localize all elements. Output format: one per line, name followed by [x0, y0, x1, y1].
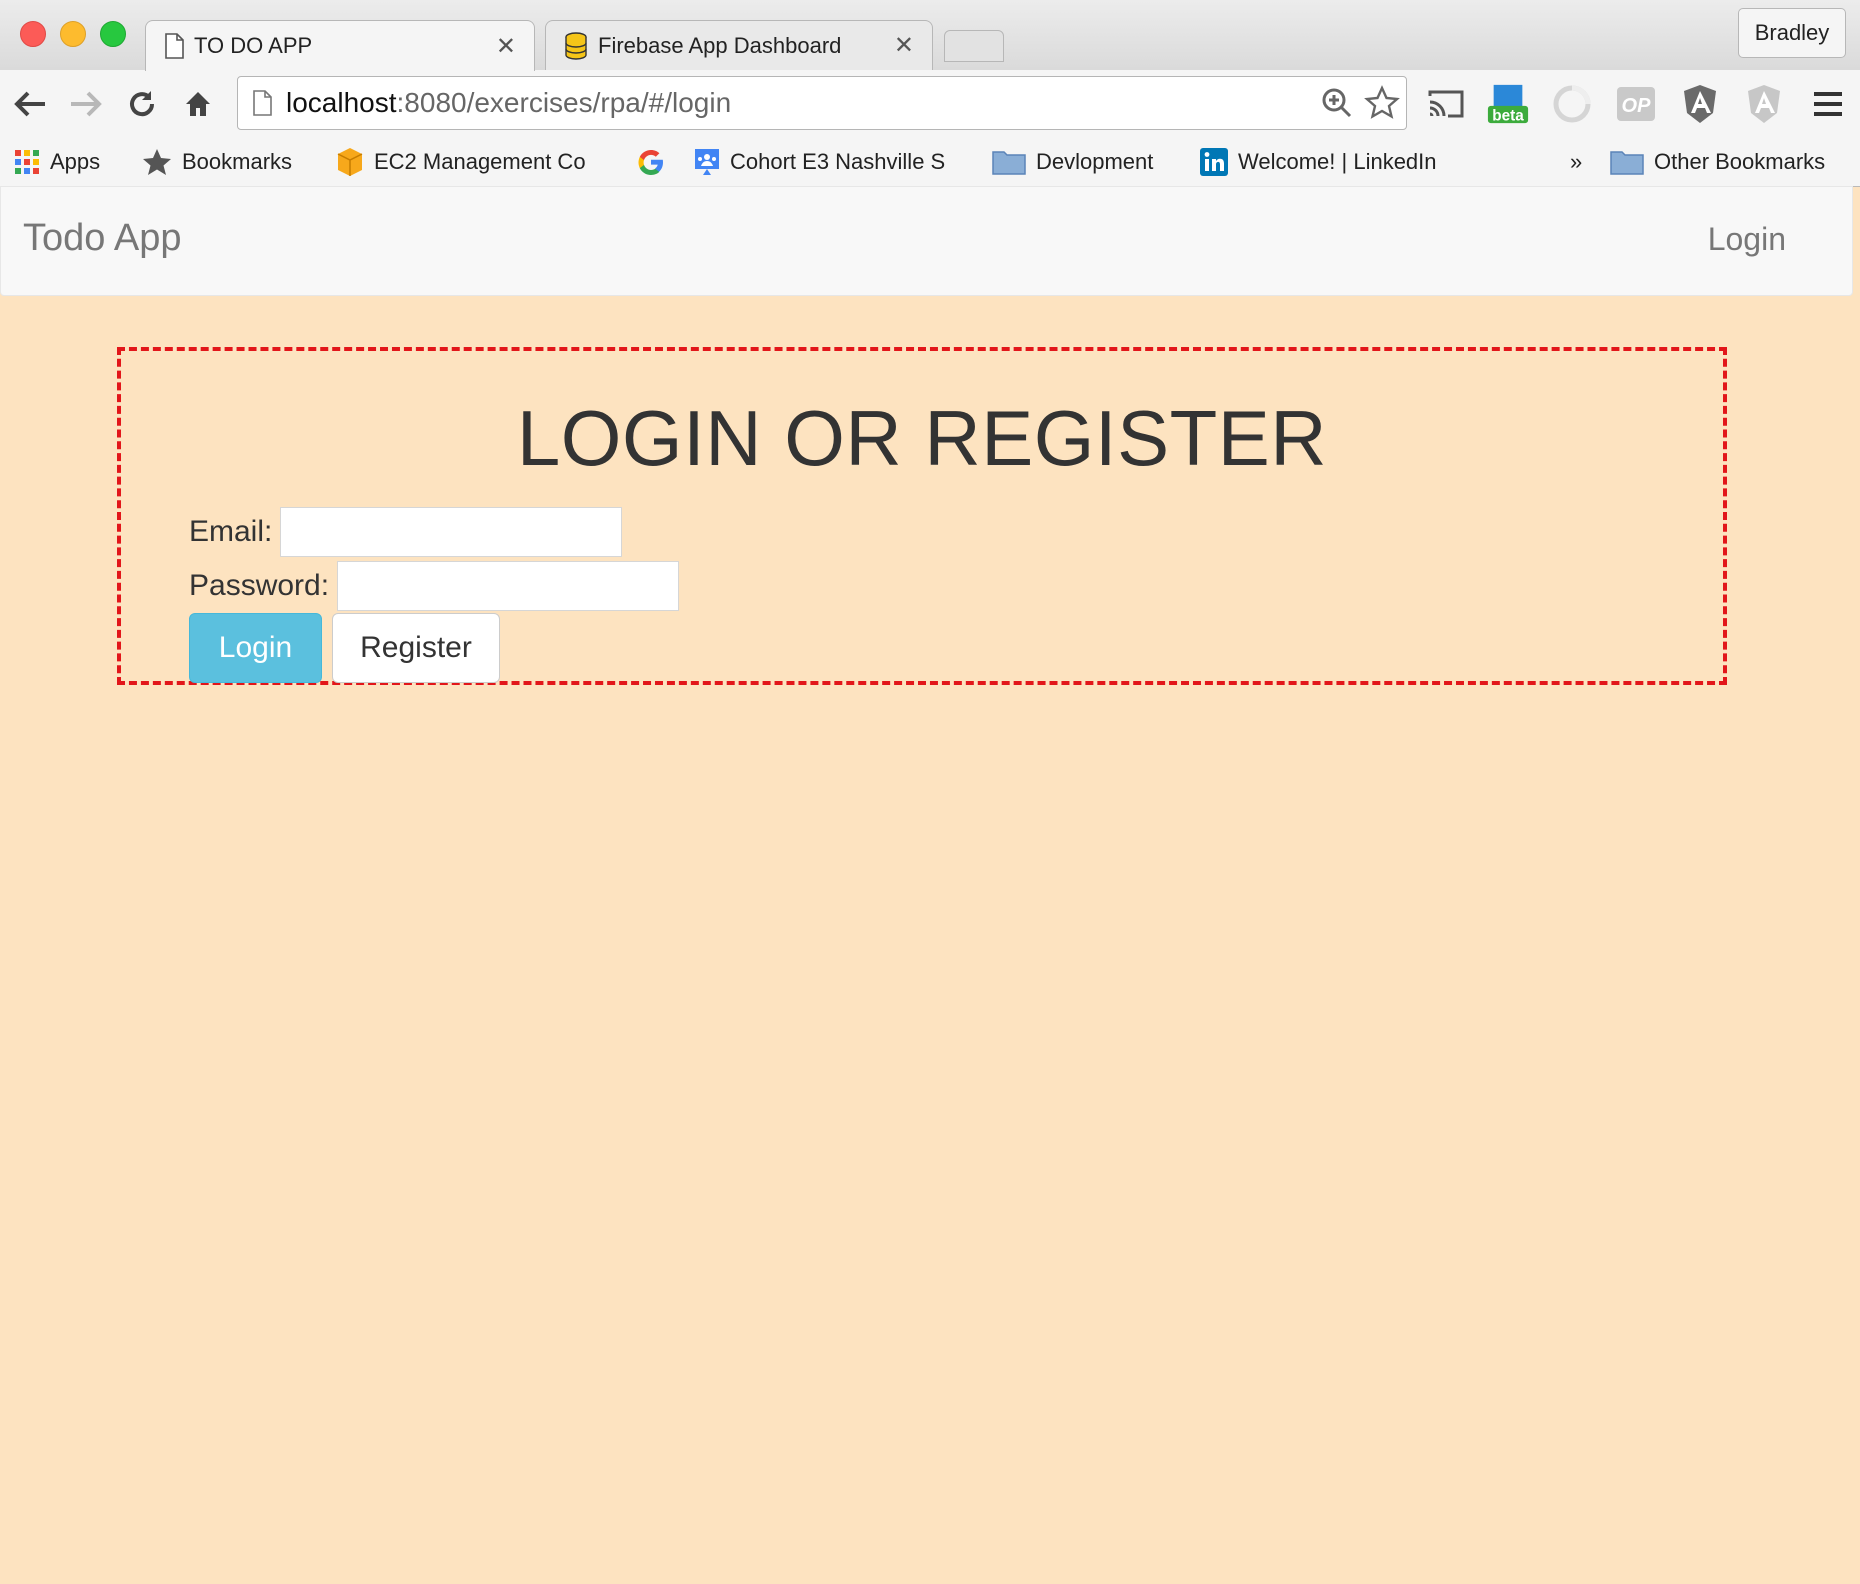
star-icon[interactable] — [1364, 85, 1400, 121]
bookmark-cohort[interactable]: Cohort E3 Nashville S — [694, 138, 964, 186]
register-button[interactable]: Register — [332, 613, 500, 683]
menu-icon[interactable] — [1806, 82, 1850, 126]
bookmark-linkedin[interactable]: Welcome! | LinkedIn — [1200, 138, 1437, 186]
bookmark-label: EC2 Management Co — [374, 149, 586, 174]
password-row: Password: — [189, 561, 680, 611]
forward-arrow-icon[interactable] — [64, 82, 108, 126]
bookmark-label: Bookmarks — [182, 149, 293, 174]
aws-box-icon — [336, 147, 364, 177]
folder-icon — [992, 149, 1026, 175]
folder-icon — [1610, 149, 1644, 175]
bookmark-google[interactable] — [636, 138, 666, 186]
zoom-window-button[interactable] — [100, 21, 126, 47]
tab-todo-app[interactable]: TO DO APP ✕ — [145, 20, 535, 71]
home-icon[interactable] — [176, 82, 220, 126]
tab-title: Firebase App Dashboard — [598, 32, 842, 58]
email-row: Email: — [189, 507, 623, 557]
page-icon — [164, 33, 184, 59]
bookmark-bookmarks[interactable]: Bookmarks — [142, 138, 292, 186]
bookmark-label: Devlopment — [1036, 149, 1154, 174]
bookmark-label: Welcome! | LinkedIn — [1238, 149, 1437, 174]
bookmark-label: Other Bookmarks — [1654, 149, 1826, 174]
url-host: localhost — [286, 87, 397, 118]
navbar-brand[interactable]: Todo App — [23, 217, 181, 260]
reload-icon[interactable] — [120, 82, 164, 126]
bookmarks-overflow-button[interactable]: » — [1570, 138, 1582, 186]
bookmark-label: Apps — [50, 149, 101, 174]
circle-extension-icon[interactable] — [1550, 82, 1594, 126]
svg-text:beta: beta — [1492, 107, 1524, 124]
cast-icon[interactable] — [1424, 82, 1468, 126]
app-navbar: Todo App Login — [0, 186, 1853, 296]
classroom-icon — [694, 148, 720, 176]
star-icon — [142, 148, 172, 176]
bookmark-other-folder[interactable]: Other Bookmarks — [1610, 138, 1825, 186]
bookmark-label: Cohort E3 Nashville S — [730, 149, 946, 174]
bookmarks-bar: Apps Bookmarks EC2 Management Co Cohort … — [0, 138, 1860, 186]
apps-grid-icon — [14, 149, 40, 175]
zoom-icon[interactable] — [1320, 86, 1354, 120]
svg-text:OP: OP — [1622, 95, 1652, 117]
beta-extension-icon[interactable]: beta — [1486, 82, 1530, 126]
new-tab-button[interactable] — [944, 30, 1004, 62]
back-arrow-icon[interactable] — [8, 82, 52, 126]
tab-strip: TO DO APP ✕ Firebase App Dashboard ✕ Bra… — [0, 0, 1860, 71]
close-icon[interactable]: ✕ — [496, 32, 516, 61]
angular-light-icon[interactable] — [1742, 82, 1786, 126]
bookmark-apps[interactable]: Apps — [14, 138, 100, 186]
close-icon[interactable]: ✕ — [894, 31, 914, 60]
linkedin-icon — [1200, 148, 1228, 176]
browser-chrome: TO DO APP ✕ Firebase App Dashboard ✕ Bra… — [0, 0, 1860, 187]
tab-firebase-dashboard[interactable]: Firebase App Dashboard ✕ — [545, 20, 933, 70]
navbar-login-link[interactable]: Login — [1708, 221, 1786, 258]
email-label: Email: — [189, 515, 273, 548]
tab-title: TO DO APP — [194, 33, 313, 58]
login-button[interactable]: Login — [189, 613, 322, 683]
address-bar[interactable]: localhost:8080/exercises/rpa/#/login — [237, 76, 1407, 130]
bookmark-devlopment-folder[interactable]: Devlopment — [992, 138, 1153, 186]
minimize-window-button[interactable] — [60, 21, 86, 47]
bookmark-ec2[interactable]: EC2 Management Co — [336, 138, 606, 186]
google-icon — [636, 147, 666, 177]
angular-icon[interactable] — [1678, 82, 1722, 126]
url-path: :8080/exercises/rpa/#/login — [396, 87, 732, 118]
browser-toolbar: localhost:8080/exercises/rpa/#/login bet… — [0, 70, 1860, 138]
page-icon — [252, 90, 272, 116]
page-title: LOGIN OR REGISTER — [516, 394, 1328, 482]
close-window-button[interactable] — [20, 21, 46, 47]
op-extension-icon[interactable]: OP — [1614, 82, 1658, 126]
password-field[interactable] — [337, 561, 680, 611]
profile-button[interactable]: Bradley — [1738, 8, 1846, 58]
login-panel: LOGIN OR REGISTER Email: Password: Login… — [117, 347, 1727, 685]
email-field[interactable] — [280, 507, 623, 557]
chevron-double-icon: » — [1570, 149, 1583, 174]
password-label: Password: — [189, 569, 330, 602]
firebase-icon — [564, 31, 588, 60]
